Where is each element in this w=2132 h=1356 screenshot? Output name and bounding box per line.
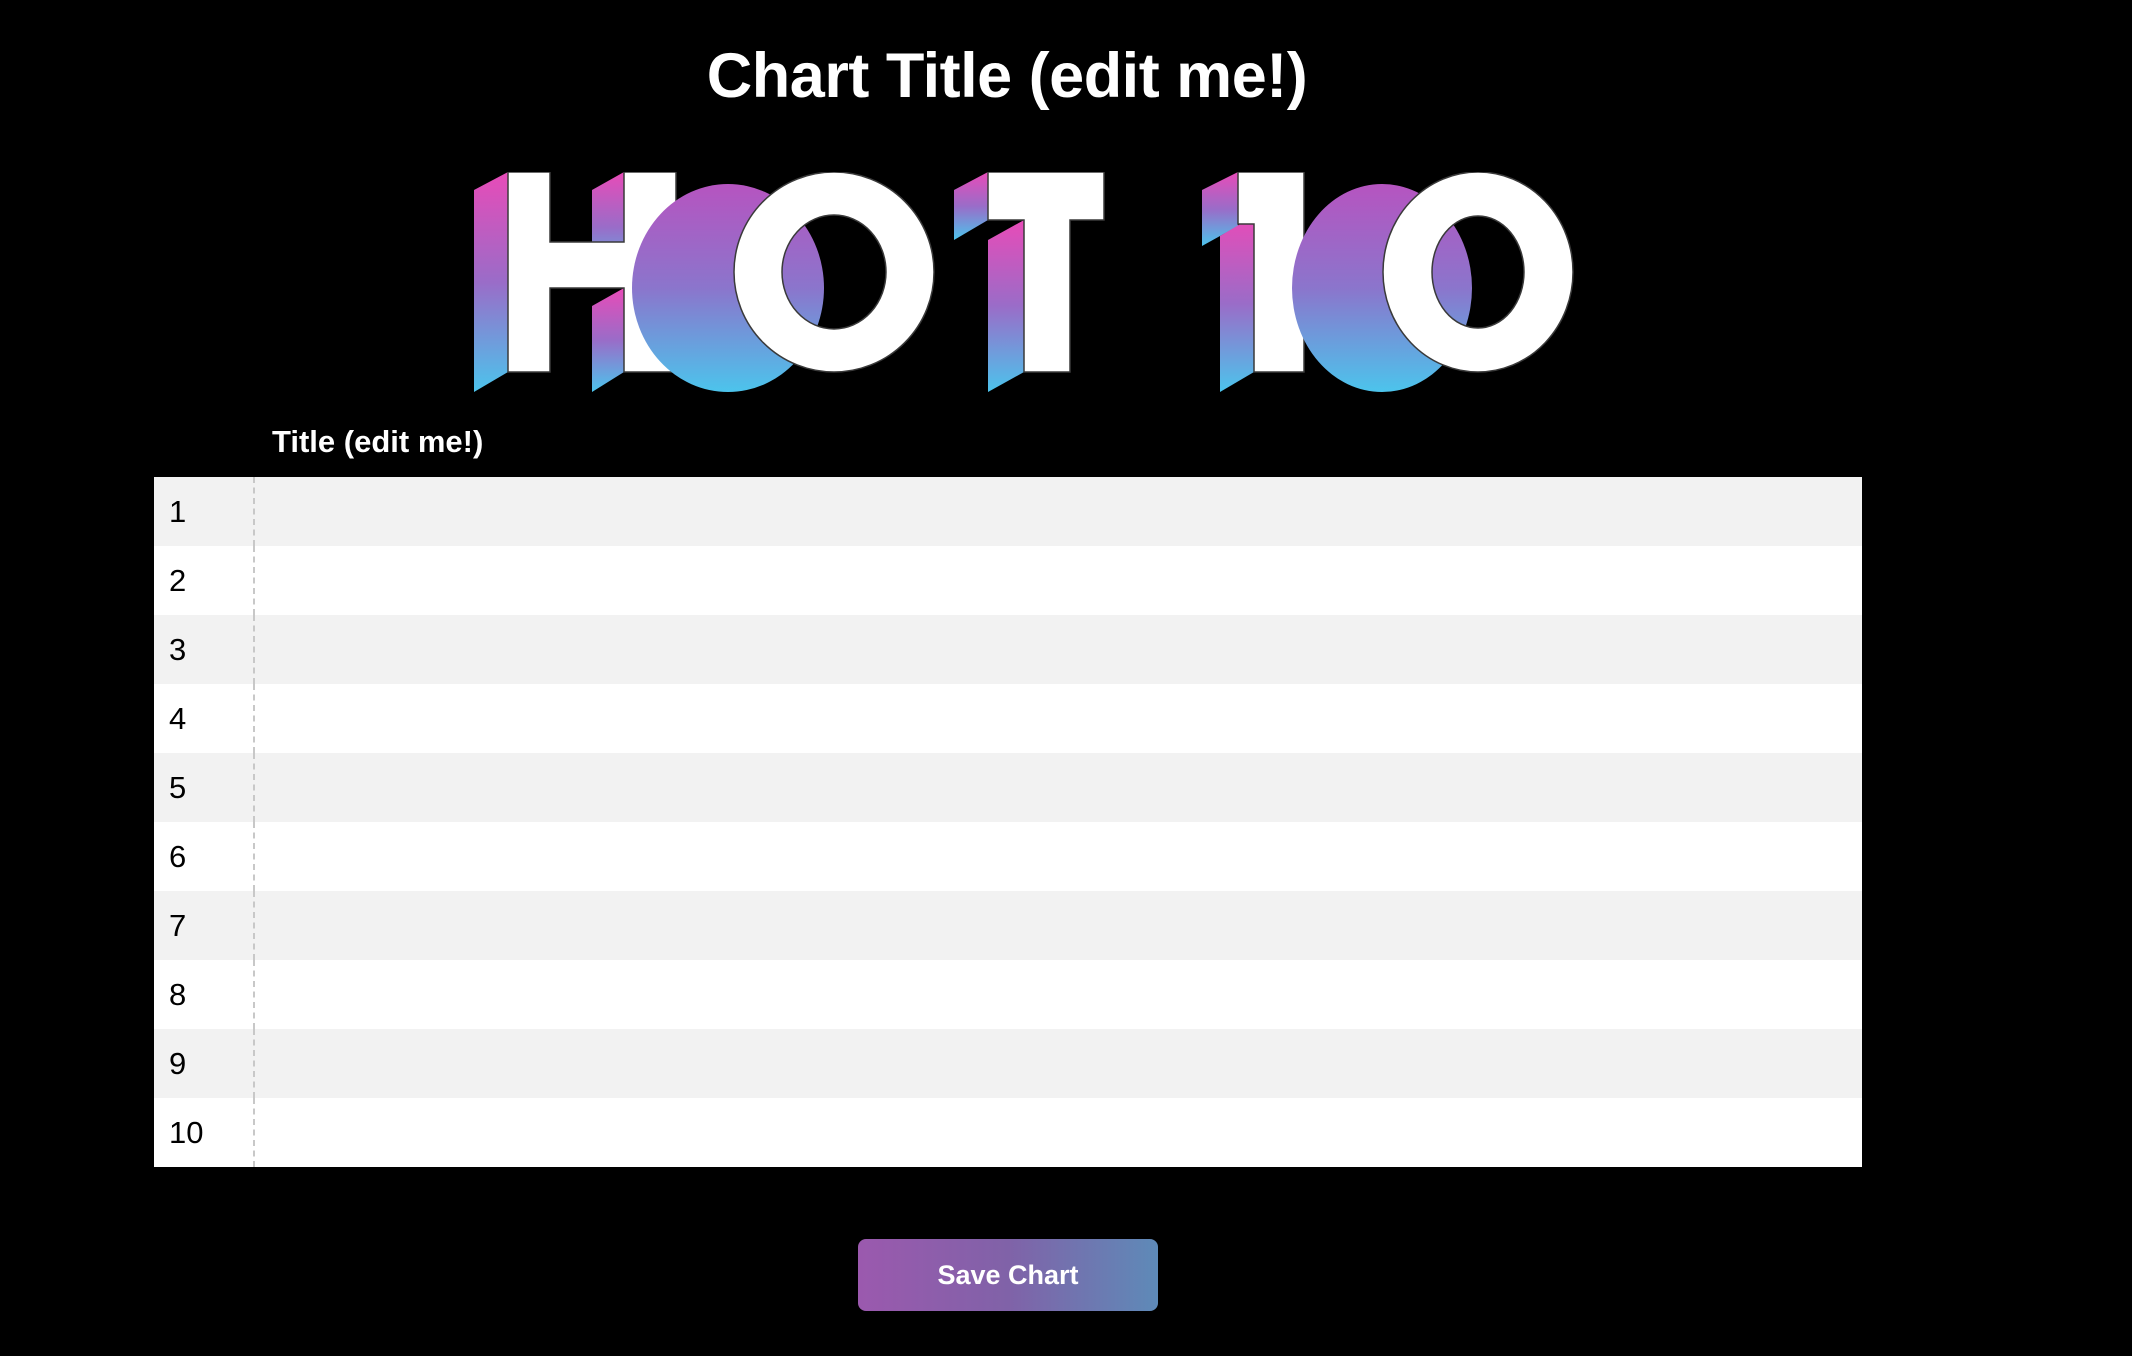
song-title-cell[interactable] xyxy=(255,1029,1862,1098)
hot-10-logo-graphic xyxy=(474,171,1574,392)
rank-cell: 7 xyxy=(154,891,255,960)
table-row: 6 xyxy=(154,822,1862,891)
title-column-header[interactable]: Title (edit me!) xyxy=(272,422,483,462)
logo-letter-o xyxy=(632,171,935,392)
hot-10-table: 1 2 3 4 5 6 7 8 9 10 xyxy=(154,477,1862,1167)
table-row: 3 xyxy=(154,615,1862,684)
rank-cell: 2 xyxy=(154,546,255,615)
song-title-cell[interactable] xyxy=(255,822,1862,891)
table-row: 10 xyxy=(154,1098,1862,1167)
rank-cell: 1 xyxy=(154,477,255,546)
rank-cell: 10 xyxy=(154,1098,255,1167)
save-chart-button[interactable]: Save Chart xyxy=(858,1239,1158,1311)
song-title-cell[interactable] xyxy=(255,546,1862,615)
rank-cell: 4 xyxy=(154,684,255,753)
logo-digit-zero xyxy=(1292,171,1574,392)
song-title-cell[interactable] xyxy=(255,1098,1862,1167)
song-title-cell[interactable] xyxy=(255,684,1862,753)
rank-cell: 6 xyxy=(154,822,255,891)
table-row: 5 xyxy=(154,753,1862,822)
rank-cell: 8 xyxy=(154,960,255,1029)
table-row: 2 xyxy=(154,546,1862,615)
logo-digit-one xyxy=(1202,171,1305,392)
table-row: 9 xyxy=(154,1029,1862,1098)
table-row: 1 xyxy=(154,477,1862,546)
rank-cell: 5 xyxy=(154,753,255,822)
logo-letter-t xyxy=(954,171,1105,392)
table-row: 4 xyxy=(154,684,1862,753)
table-row: 7 xyxy=(154,891,1862,960)
hot-10-logo xyxy=(468,171,1578,408)
table-row: 8 xyxy=(154,960,1862,1029)
song-title-cell[interactable] xyxy=(255,753,1862,822)
chart-title[interactable]: Chart Title (edit me!) xyxy=(0,36,2014,116)
song-title-cell[interactable] xyxy=(255,891,1862,960)
song-title-cell[interactable] xyxy=(255,615,1862,684)
song-title-cell[interactable] xyxy=(255,477,1862,546)
rank-cell: 9 xyxy=(154,1029,255,1098)
song-title-cell[interactable] xyxy=(255,960,1862,1029)
rank-cell: 3 xyxy=(154,615,255,684)
